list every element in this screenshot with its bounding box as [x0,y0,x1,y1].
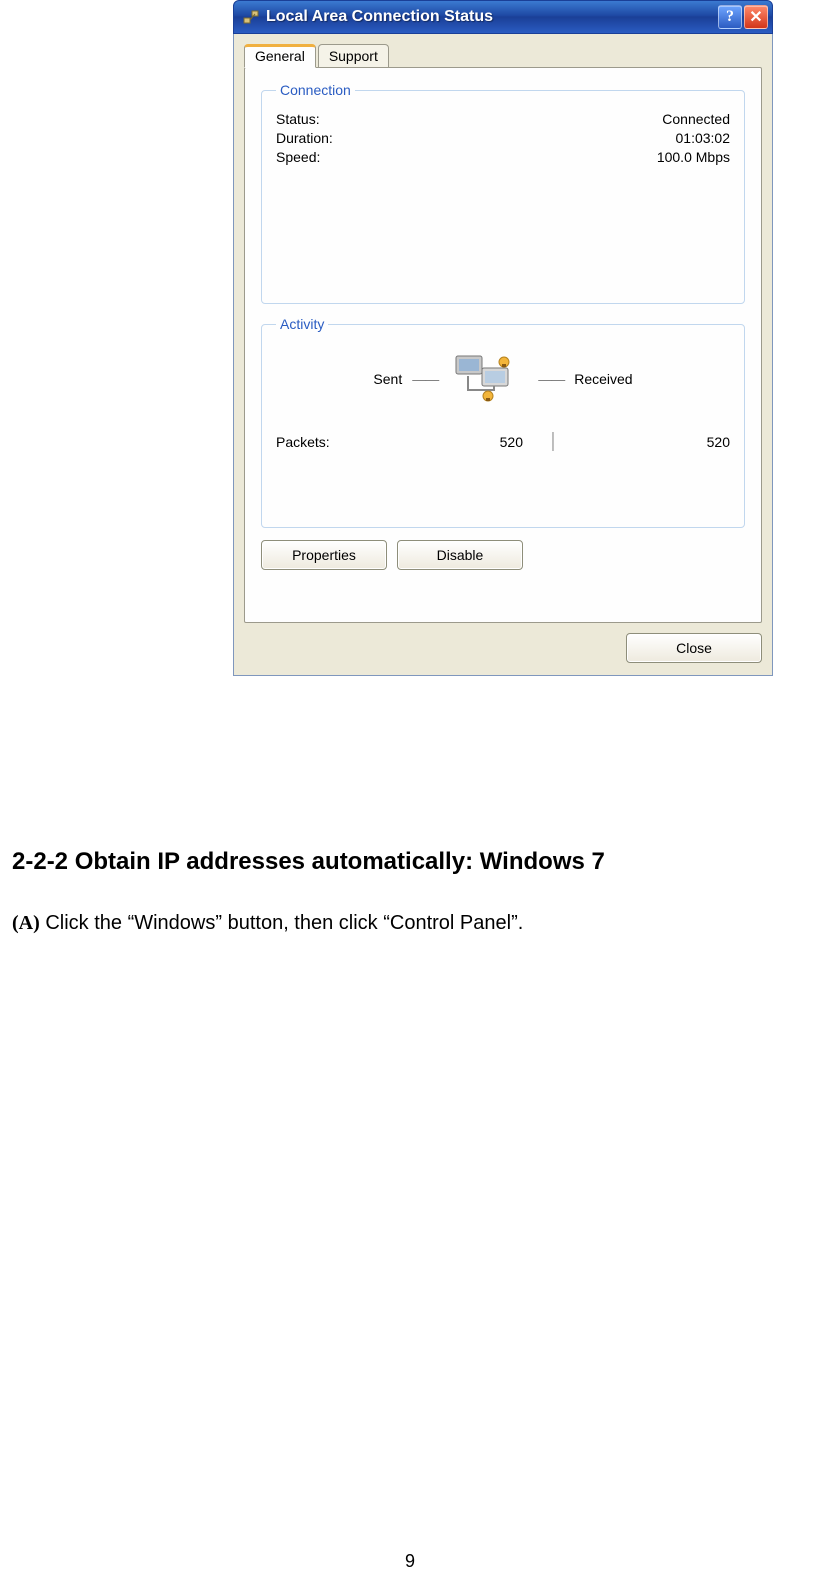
duration-value: 01:03:02 [676,130,731,146]
sent-label: Sent [373,371,402,387]
tab-label: General [255,48,305,64]
tab-panel-general: Connection Status: Connected Duration: 0… [244,67,762,623]
dialog-footer: Close [244,633,762,663]
properties-button[interactable]: Properties [261,540,387,570]
status-value: Connected [662,111,730,127]
titlebar-close-button[interactable]: ✕ [744,5,768,29]
page-number: 9 [0,1551,820,1572]
dash-icon: —— [538,371,564,387]
window-body: General Support Connection Status: Conne… [233,34,773,676]
activity-diagram-row: Sent —— [276,350,730,408]
action-button-row: Properties Disable [261,540,745,570]
tab-strip: General Support [244,44,762,68]
step-marker: (A) [12,912,40,934]
instruction-step: (A) Click the “Windows” button, then cli… [12,912,523,935]
tab-label: Support [329,48,378,64]
button-label: Close [676,640,712,656]
speed-label: Speed: [276,149,320,165]
button-label: Disable [437,547,484,563]
step-text: Click the “Windows” button, then click “… [45,912,523,934]
section-heading: 2-2-2 Obtain IP addresses automatically:… [12,848,605,876]
duration-label: Duration: [276,130,333,146]
connection-group: Connection Status: Connected Duration: 0… [261,82,745,304]
tab-support[interactable]: Support [318,44,389,68]
disable-button[interactable]: Disable [397,540,523,570]
tab-general[interactable]: General [244,44,316,68]
dash-icon: —— [412,371,438,387]
status-label: Status: [276,111,320,127]
window-title: Local Area Connection Status [266,8,716,26]
close-button[interactable]: Close [626,633,762,663]
embedded-screenshot: Local Area Connection Status ? ✕ General… [233,0,773,676]
packets-divider: | [523,430,583,453]
packets-row: Packets: 520 | 520 [276,430,730,453]
received-label: Received [574,371,632,387]
speed-value: 100.0 Mbps [657,149,730,165]
packets-received-value: 520 [583,434,730,450]
group-legend: Connection [276,82,355,98]
duration-row: Duration: 01:03:02 [276,130,730,146]
button-label: Properties [292,547,356,563]
status-row: Status: Connected [276,111,730,127]
speed-row: Speed: 100.0 Mbps [276,149,730,165]
activity-group: Activity Sent —— [261,316,745,528]
window-titlebar[interactable]: Local Area Connection Status ? ✕ [233,0,773,34]
network-computers-icon [448,350,528,408]
group-legend: Activity [276,316,328,332]
titlebar-help-button[interactable]: ? [718,5,742,29]
packets-label: Packets: [276,434,423,450]
connection-status-icon [242,8,260,26]
document-page: Local Area Connection Status ? ✕ General… [0,0,820,1592]
packets-sent-value: 520 [423,434,523,450]
